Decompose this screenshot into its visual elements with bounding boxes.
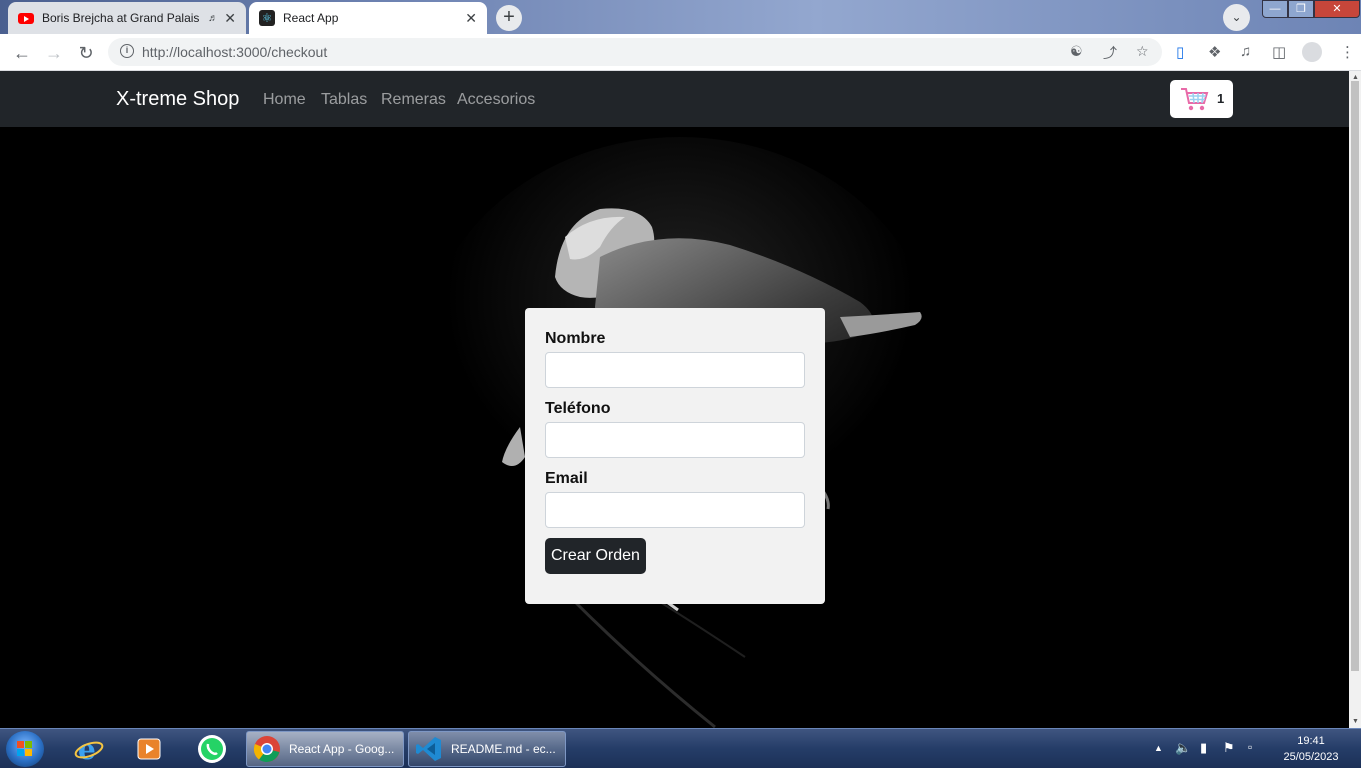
create-order-button[interactable]: Crear Orden	[545, 538, 646, 574]
new-tab-button[interactable]: +	[496, 5, 522, 31]
back-button[interactable]: ←	[10, 41, 34, 65]
nav-link-remeras[interactable]: Remeras	[381, 91, 446, 109]
media-control-icon[interactable]: ♫	[1240, 43, 1251, 60]
media-player-icon[interactable]	[127, 732, 171, 766]
scroll-down-icon[interactable]: ▼	[1352, 718, 1359, 725]
svg-text:e: e	[78, 734, 96, 764]
tab-title: Boris Brejcha at Grand Palais	[42, 11, 200, 25]
clock-time: 19:41	[1297, 735, 1325, 747]
reload-button[interactable]: ↻	[74, 41, 98, 65]
nav-link-home[interactable]: Home	[263, 91, 306, 109]
taskbar-window-label: React App - Goog...	[289, 742, 395, 756]
address-bar[interactable]: i http://localhost:3000/checkout ☯ ⤴ ☆	[108, 38, 1162, 66]
nav-link-tablas[interactable]: Tablas	[321, 91, 367, 109]
browser-toolbar: ← → ↻ i http://localhost:3000/checkout ☯…	[0, 34, 1361, 71]
tab-youtube[interactable]: Boris Brejcha at Grand Palais ♬ ✕	[8, 2, 246, 34]
tab-title: React App	[283, 11, 339, 25]
nav-link-accesorios[interactable]: Accesorios	[457, 91, 535, 109]
name-input[interactable]	[545, 352, 805, 388]
site-info-icon[interactable]: i	[120, 44, 134, 58]
taskbar-window-chrome[interactable]: React App - Goog...	[246, 731, 404, 767]
browser-tab-strip: Boris Brejcha at Grand Palais ♬ ✕ ⚛ Reac…	[0, 0, 1361, 34]
name-label: Nombre	[545, 330, 606, 347]
bookmark-star-icon[interactable]: ☆	[1136, 43, 1149, 60]
close-tab-icon[interactable]: ✕	[224, 10, 236, 27]
url-text[interactable]: http://localhost:3000/checkout	[142, 44, 327, 60]
brand-logo-link[interactable]: X-treme Shop	[116, 88, 239, 111]
window-close-button[interactable]: ✕	[1314, 0, 1360, 18]
whatsapp-icon[interactable]	[190, 732, 234, 766]
power-icon[interactable]: ▮	[1200, 740, 1207, 756]
extensions-puzzle-icon[interactable]: ❖	[1208, 43, 1221, 61]
translate-icon[interactable]: ☯	[1070, 43, 1083, 60]
speaker-icon[interactable]: ♬	[208, 13, 218, 24]
start-button[interactable]	[6, 731, 44, 767]
tab-react-app[interactable]: ⚛ React App ✕	[249, 2, 487, 34]
windows-logo-icon	[17, 741, 33, 757]
cart-widget[interactable]: 1	[1170, 80, 1233, 118]
scrollbar-thumb[interactable]	[1351, 81, 1359, 671]
windows-taskbar: e React App - Goog... README.md - ec... …	[0, 728, 1361, 768]
scroll-up-icon[interactable]: ▲	[1352, 74, 1359, 81]
internet-explorer-icon[interactable]: e	[67, 732, 111, 766]
site-navbar: X-treme Shop Home Tablas Remeras Accesor…	[0, 71, 1349, 127]
system-clock[interactable]: 19:41 25/05/2023	[1280, 733, 1342, 765]
cart-count-badge: 1	[1217, 91, 1225, 106]
page-scrollbar[interactable]: ▲ ▼	[1349, 71, 1361, 728]
taskbar-window-label: README.md - ec...	[451, 742, 556, 756]
action-center-flag-icon[interactable]: ⚑	[1223, 740, 1235, 756]
extension-icon[interactable]: ▯	[1176, 43, 1184, 61]
volume-icon[interactable]: 🔈	[1175, 740, 1191, 756]
side-panel-icon[interactable]: ◫	[1272, 43, 1286, 61]
shopping-cart-icon	[1181, 88, 1209, 111]
vscode-icon	[416, 737, 441, 761]
show-hidden-icons-icon[interactable]: ▲	[1154, 743, 1163, 753]
forward-button[interactable]: →	[42, 41, 66, 65]
window-restore-button[interactable]: ❐	[1288, 0, 1314, 18]
clock-date: 25/05/2023	[1283, 751, 1339, 763]
phone-label: Teléfono	[545, 400, 611, 417]
network-signal-icon[interactable]: ▫	[1248, 740, 1252, 754]
react-icon: ⚛	[259, 10, 275, 26]
tab-search-button[interactable]: ⌄	[1223, 4, 1250, 31]
phone-input[interactable]	[545, 422, 805, 458]
youtube-icon	[18, 12, 34, 24]
close-tab-icon[interactable]: ✕	[465, 10, 477, 27]
email-label: Email	[545, 470, 588, 487]
window-minimize-button[interactable]: —	[1262, 0, 1288, 18]
share-icon[interactable]: ⤴	[1103, 43, 1117, 63]
taskbar-window-vscode[interactable]: README.md - ec...	[408, 731, 566, 767]
profile-avatar-icon[interactable]	[1302, 42, 1322, 62]
email-input[interactable]	[545, 492, 805, 528]
checkout-form: Nombre Teléfono Email Crear Orden	[525, 308, 825, 604]
more-menu-icon[interactable]: ⋮	[1340, 43, 1355, 61]
chrome-icon	[253, 736, 280, 762]
page-viewport: X-treme Shop Home Tablas Remeras Accesor…	[0, 71, 1349, 728]
